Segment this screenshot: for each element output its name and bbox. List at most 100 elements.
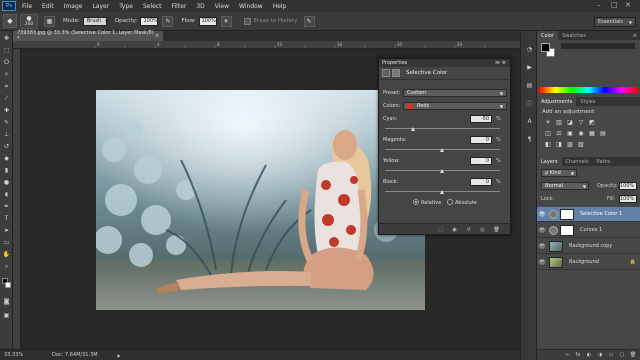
shape-tool-icon[interactable]: ▭ bbox=[2, 238, 11, 247]
color-balance-icon[interactable]: ⚖ bbox=[554, 129, 564, 138]
tab-paths[interactable]: Paths bbox=[593, 157, 615, 166]
levels-icon[interactable]: ▥ bbox=[554, 118, 564, 127]
layer-opacity-field[interactable]: 100% bbox=[619, 182, 637, 190]
new-layer-icon[interactable]: ▢ bbox=[618, 352, 626, 358]
brush-tool-icon[interactable]: ✎ bbox=[2, 118, 11, 127]
dodge-tool-icon[interactable]: ◖ bbox=[2, 190, 11, 199]
layer-row[interactable]: 👁 Curves 1 bbox=[537, 223, 640, 238]
layer-row[interactable]: 👁 Selective Color 1 bbox=[537, 207, 640, 222]
flow-field[interactable]: 100% bbox=[198, 16, 217, 26]
layer-style-icon[interactable]: fx bbox=[574, 352, 582, 358]
zoom-tool-icon[interactable]: ⌕ bbox=[2, 262, 11, 271]
eye-icon[interactable]: 👁 bbox=[537, 243, 547, 250]
magenta-slider-thumb[interactable] bbox=[440, 148, 444, 152]
type-tool-icon[interactable]: T bbox=[2, 214, 11, 223]
reset-icon[interactable]: ↺ bbox=[465, 226, 472, 233]
selective-color-icon[interactable]: ▨ bbox=[576, 140, 586, 149]
exposure-icon[interactable]: ▽ bbox=[576, 118, 586, 127]
lasso-tool-icon[interactable]: ⵔ bbox=[2, 58, 11, 67]
hue-saturation-icon[interactable]: ◫ bbox=[543, 129, 553, 138]
blend-mode-select[interactable]: Normal ▼ bbox=[541, 182, 589, 190]
eraser-tool-icon[interactable]: ◆ bbox=[2, 154, 11, 163]
airbrush-icon[interactable]: ✈ bbox=[220, 15, 232, 27]
character-panel-icon[interactable]: A bbox=[525, 117, 534, 126]
marquee-tool-icon[interactable]: ⬚ bbox=[2, 46, 11, 55]
threshold-icon[interactable]: ▧ bbox=[565, 140, 575, 149]
clone-stamp-tool-icon[interactable]: ⊥ bbox=[2, 130, 11, 139]
posterize-icon[interactable]: ◨ bbox=[554, 140, 564, 149]
menu-window[interactable]: Window bbox=[239, 3, 263, 10]
eye-icon[interactable]: 👁 bbox=[537, 227, 547, 234]
blur-tool-icon[interactable]: ● bbox=[2, 178, 11, 187]
tab-layers[interactable]: Layers bbox=[537, 157, 562, 166]
mask-icon[interactable] bbox=[392, 69, 400, 77]
adjustment-icon[interactable] bbox=[382, 69, 390, 77]
paragraph-panel-icon[interactable]: ¶ bbox=[525, 135, 534, 144]
pen-tool-icon[interactable]: ✒ bbox=[2, 202, 11, 211]
menu-help[interactable]: Help bbox=[273, 3, 287, 10]
minimize-button[interactable]: – bbox=[597, 1, 601, 9]
preset-select[interactable]: Custom ▼ bbox=[403, 89, 507, 97]
fill-field[interactable]: 100% bbox=[619, 195, 637, 203]
document-tab[interactable]: 739383.jpg @ 33.3% (Selective Color 1, L… bbox=[13, 30, 163, 42]
hand-tool-icon[interactable]: ✋ bbox=[2, 250, 11, 259]
move-tool-icon[interactable]: ✥ bbox=[2, 34, 11, 43]
cyan-slider-thumb[interactable] bbox=[411, 127, 416, 131]
document-image[interactable] bbox=[96, 90, 425, 310]
black-field[interactable]: 0 bbox=[470, 178, 492, 186]
menu-type[interactable]: Type bbox=[119, 3, 133, 10]
actions-panel-icon[interactable]: ▶ bbox=[525, 63, 534, 72]
crop-tool-icon[interactable]: ⌗ bbox=[2, 82, 11, 91]
brush-panel-icon[interactable]: ▦ bbox=[44, 15, 55, 27]
magenta-field[interactable]: 0 bbox=[470, 136, 492, 144]
info-panel-icon[interactable]: ⓘ bbox=[525, 99, 534, 108]
vibrance-icon[interactable]: ◩ bbox=[587, 118, 597, 127]
delete-layer-icon[interactable]: 🗑 bbox=[629, 352, 637, 358]
add-mask-icon[interactable]: ◐ bbox=[585, 352, 593, 358]
curves-icon[interactable]: ◪ bbox=[565, 118, 575, 127]
visibility-icon[interactable]: ◎ bbox=[479, 226, 486, 233]
gradient-tool-icon[interactable]: ▮ bbox=[2, 166, 11, 175]
maximize-button[interactable]: □ bbox=[611, 1, 618, 9]
yellow-field[interactable]: 0 bbox=[470, 157, 492, 165]
menu-3d[interactable]: 3D bbox=[196, 3, 204, 10]
colors-select[interactable]: Reds ▼ bbox=[403, 102, 507, 110]
opacity-field[interactable]: 100% bbox=[140, 16, 159, 26]
panel-menu-icon[interactable]: ≡ bbox=[633, 33, 637, 39]
menu-edit[interactable]: Edit bbox=[42, 3, 54, 10]
menu-file[interactable]: File bbox=[22, 3, 32, 10]
new-group-icon[interactable]: ▭ bbox=[607, 352, 615, 358]
eyedropper-tool-icon[interactable]: ⁄ bbox=[2, 94, 11, 103]
delete-icon[interactable]: 🗑 bbox=[493, 226, 500, 233]
absolute-radio[interactable] bbox=[447, 199, 453, 205]
color-lookup-icon[interactable]: ▤ bbox=[598, 129, 608, 138]
black-slider-thumb[interactable] bbox=[440, 190, 444, 194]
invert-icon[interactable]: ◧ bbox=[543, 140, 553, 149]
hue-spectrum-bar[interactable] bbox=[539, 87, 638, 93]
properties-panel-icon[interactable]: ▤ bbox=[525, 81, 534, 90]
quick-mask-icon[interactable]: ◙ bbox=[2, 297, 11, 306]
menu-view[interactable]: View bbox=[215, 3, 229, 10]
screen-mode-icon[interactable]: ▣ bbox=[2, 311, 11, 320]
link-layers-icon[interactable]: ∞ bbox=[563, 352, 571, 358]
eraser-tool-preset-icon[interactable]: ◆ bbox=[3, 14, 17, 28]
cyan-slider-track[interactable] bbox=[385, 128, 500, 129]
healing-brush-tool-icon[interactable]: ✚ bbox=[2, 106, 11, 115]
eye-icon[interactable]: 👁 bbox=[537, 211, 547, 218]
panel-collapse-icon[interactable]: ≫ ≡ bbox=[495, 60, 506, 66]
tab-styles[interactable]: Styles bbox=[576, 97, 599, 106]
black-white-icon[interactable]: ▣ bbox=[565, 129, 575, 138]
brightness-contrast-icon[interactable]: ☀ bbox=[543, 118, 553, 127]
menu-layer[interactable]: Layer bbox=[92, 3, 109, 10]
view-previous-icon[interactable]: ◉ bbox=[451, 226, 458, 233]
menu-image[interactable]: Image bbox=[64, 3, 83, 10]
erase-to-history-checkbox[interactable] bbox=[243, 17, 251, 25]
layer-row[interactable]: 👁 Background copy bbox=[537, 239, 640, 254]
new-adjustment-icon[interactable]: ◑ bbox=[596, 352, 604, 358]
zoom-level[interactable]: 33.33% bbox=[4, 352, 30, 358]
tab-swatches[interactable]: Swatches bbox=[558, 31, 590, 40]
pressure-size-icon[interactable]: ✎ bbox=[303, 15, 315, 27]
history-brush-tool-icon[interactable]: ↺ bbox=[2, 142, 11, 151]
brush-size-picker[interactable]: ● 260 bbox=[20, 13, 38, 29]
layer-row[interactable]: 👁 Background 🔒 bbox=[537, 255, 640, 270]
